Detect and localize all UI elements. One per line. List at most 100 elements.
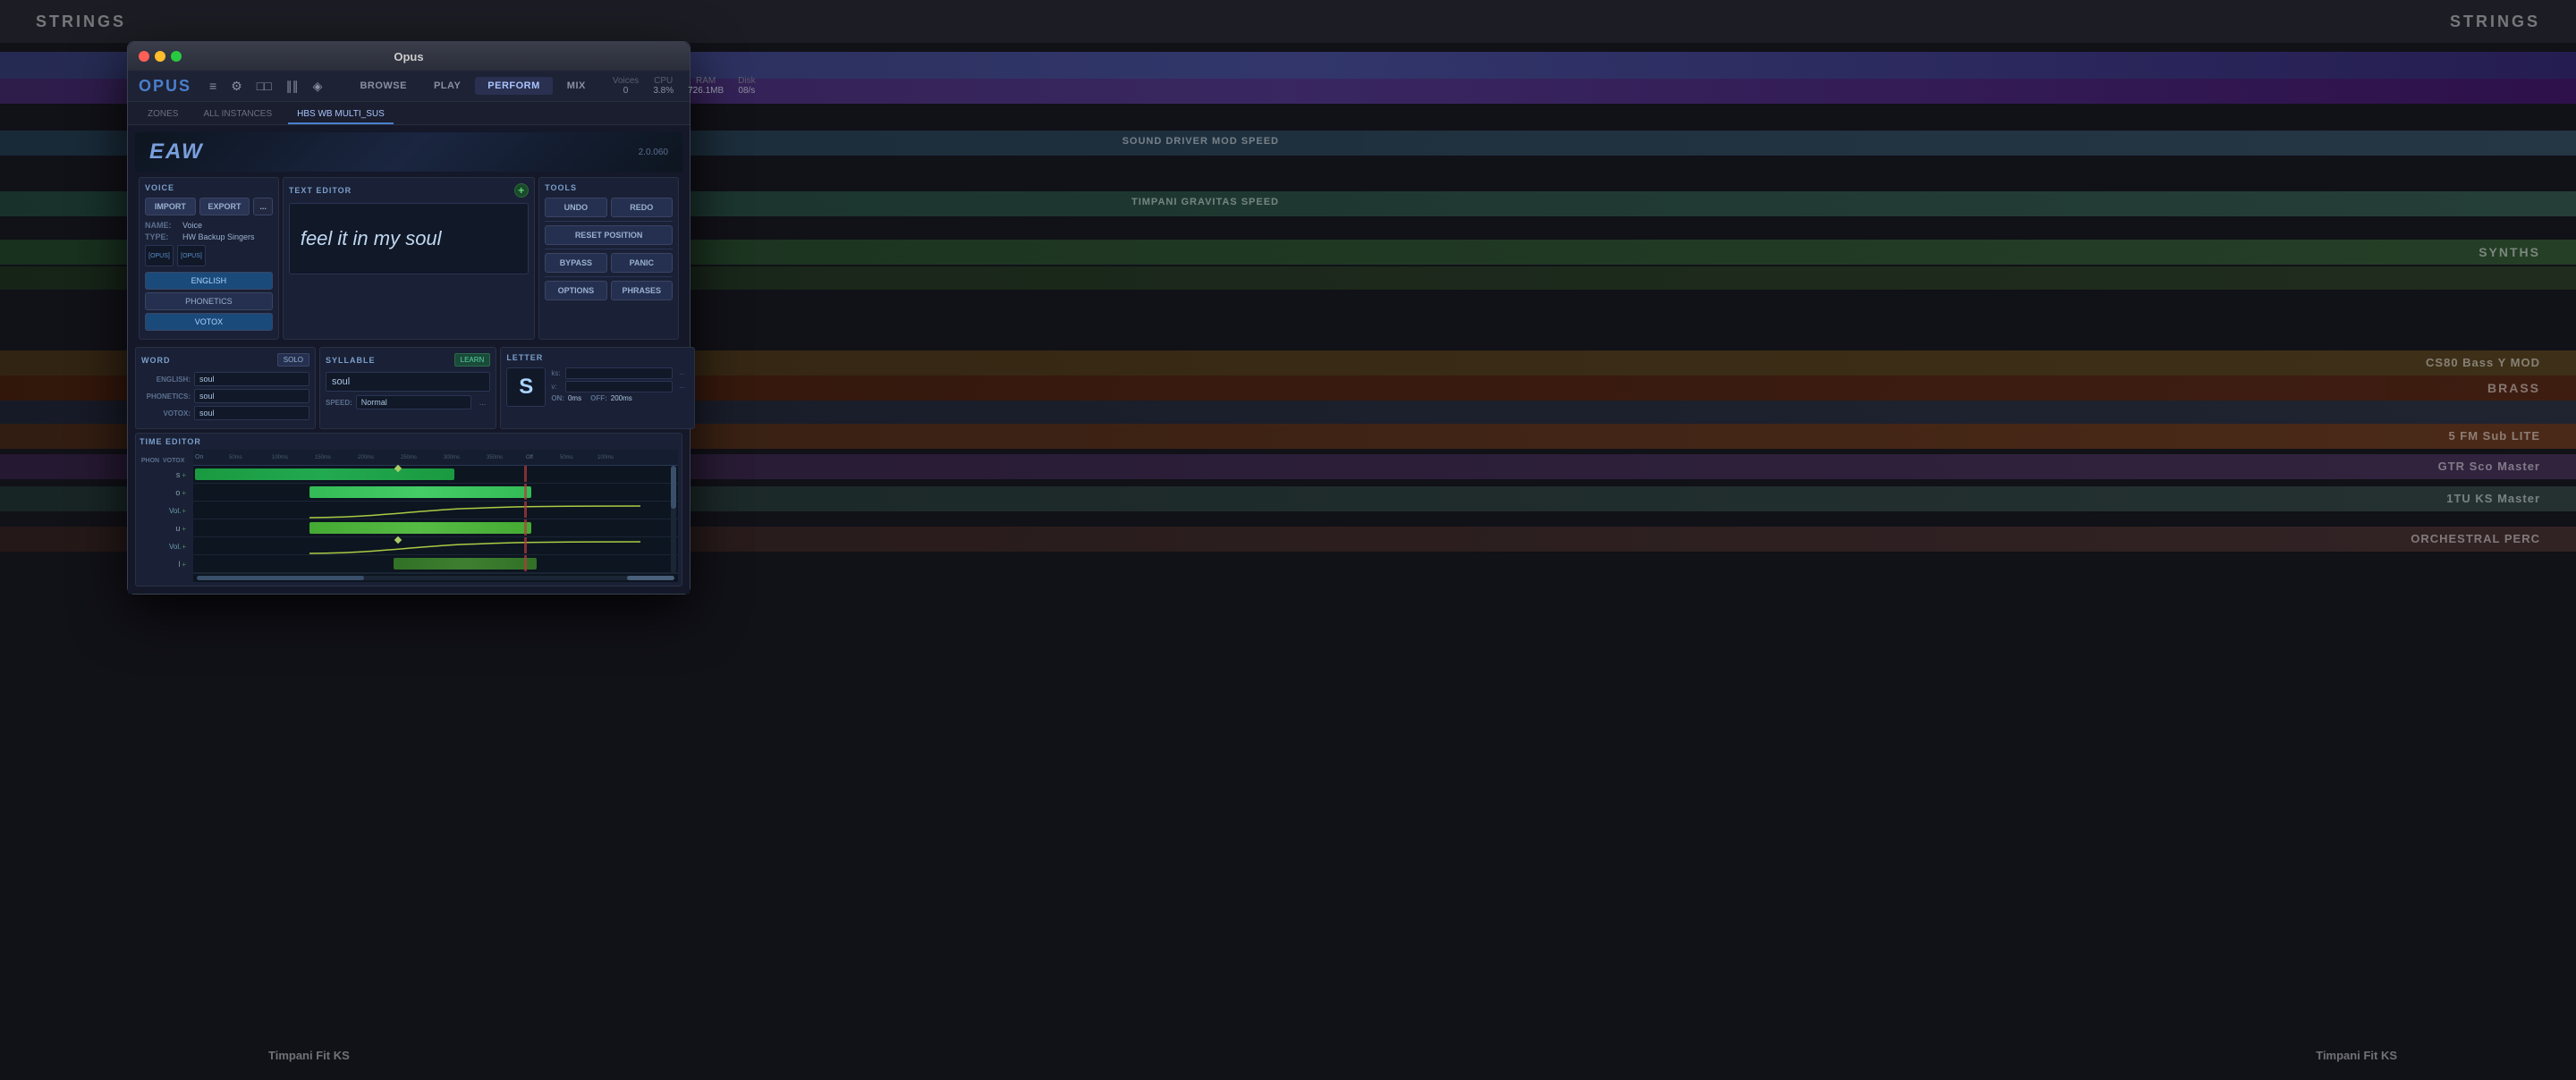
daw-header: STRINGS STRINGS (0, 0, 2576, 43)
vol-curve-1 (193, 502, 640, 519)
ruler-100ms-1: 100ms (272, 455, 288, 460)
tab-play[interactable]: PLAY (421, 77, 473, 95)
tools-undo-redo-row: UNDO REDO (545, 198, 673, 217)
track-vol2-row (193, 537, 678, 555)
phonetics-button[interactable]: PHONETICS (145, 292, 273, 310)
track-vol1-row (193, 502, 678, 519)
tools-panel: TOOLS UNDO REDO RESET POSITION BYPASS PA… (538, 177, 679, 340)
bottom-scrollbar[interactable] (193, 573, 678, 582)
syllable-header-row: SYLLABLE LEARN (326, 353, 490, 367)
right-scrollbar[interactable] (671, 466, 676, 573)
vol-curve-2 (193, 537, 640, 555)
letter-ks-input[interactable] (565, 367, 673, 379)
letter-v-input[interactable] (565, 381, 673, 392)
playhead-6 (524, 555, 527, 571)
word-english-input[interactable] (194, 372, 309, 386)
voice-panel: VOICE IMPORT EXPORT ... NAME: Voice TYPE… (139, 177, 279, 340)
letter-ks-more[interactable]: ... (674, 368, 689, 378)
voice-more-button[interactable]: ... (253, 198, 273, 215)
phrases-button[interactable]: PHRASES (611, 281, 673, 300)
stat-cpu: CPU 3.8% (653, 76, 674, 96)
solo-button[interactable]: SOLO (277, 353, 309, 367)
reset-position-button[interactable]: RESET POSITION (545, 225, 673, 245)
ruler-100ms-2: 100ms (597, 455, 614, 460)
bottom-grid: WORD SOLO ENGLISH: PHONETICS: VOTOX: (135, 347, 682, 429)
word-panel: WORD SOLO ENGLISH: PHONETICS: VOTOX: (135, 347, 316, 429)
track-sound-driver-label: SOUND DRIVER MOD SPEED (1123, 136, 1279, 147)
tab-zones[interactable]: ZONES (139, 105, 187, 124)
window-close-button[interactable] (139, 51, 149, 62)
export-button[interactable]: EXPORT (199, 198, 250, 215)
chorus1-icon[interactable]: [OPUS] (145, 245, 174, 266)
timeline[interactable]: On 50ms 100ms 150ms 200ms 250ms 300ms 35… (193, 450, 678, 582)
track-orchestral-label: ORCHESTRAL PERC (2411, 532, 2540, 545)
window-maximize-button[interactable] (171, 51, 182, 62)
tab-perform[interactable]: PERFORM (475, 77, 553, 95)
import-button[interactable]: IMPORT (145, 198, 196, 215)
track-o-row (193, 484, 678, 502)
ruler-50ms-1: 50ms (229, 455, 242, 460)
eaw-logo: EAW (149, 139, 204, 165)
opus-titlebar: Opus (128, 42, 690, 71)
settings-icon[interactable]: ⚙ (227, 77, 246, 96)
english-button[interactable]: ENGLISH (145, 272, 273, 290)
syllable-input[interactable] (326, 372, 490, 392)
timeline-ruler: On 50ms 100ms 150ms 200ms 250ms 300ms 35… (193, 450, 678, 466)
phon-l-label: l (178, 560, 180, 569)
speed-input[interactable] (356, 395, 471, 409)
chorus2-icon[interactable]: [OPUS] (177, 245, 206, 266)
speed-row: SPEED: ... (326, 395, 490, 409)
syllable-more-button[interactable]: ... (475, 396, 491, 409)
phon-col-label: PHON (140, 458, 161, 464)
tools-divider-3 (545, 276, 673, 277)
letter-v-label: v: (551, 383, 564, 391)
menu-icon[interactable]: ≡ (206, 77, 220, 96)
text-editor-panel: TEXT EDITOR + feel it in my soul (283, 177, 535, 340)
panic-button[interactable]: PANIC (611, 253, 673, 273)
eaw-header: EAW 2.0.060 (135, 132, 682, 172)
tab-all-instances[interactable]: ALL INSTANCES (194, 105, 281, 124)
letter-fields: ks: ... v: ... ON: 0ms OFF: (551, 367, 689, 410)
letter-v-more[interactable]: ... (674, 382, 689, 392)
word-header-row: WORD SOLO (141, 353, 309, 367)
chorus1-label: [OPUS] (148, 253, 170, 259)
window-minimize-button[interactable] (155, 51, 165, 62)
undo-button[interactable]: UNDO (545, 198, 606, 217)
phon-s-label: s (176, 470, 181, 479)
votox-button[interactable]: VOTOX (145, 313, 273, 331)
ruler-350ms: 350ms (487, 455, 503, 460)
votox-col-label: VOTOX (163, 458, 184, 464)
letter-panel: LETTER S ks: ... v: (500, 347, 695, 429)
diamond-icon[interactable]: ◈ (309, 77, 326, 96)
grid-icon[interactable]: □□ (253, 77, 275, 96)
bypass-button[interactable]: BYPASS (545, 253, 606, 273)
ruler-200ms: 200ms (358, 455, 374, 460)
add-text-button[interactable]: + (514, 183, 529, 198)
phon-row-u: u + (140, 519, 190, 537)
voice-header: VOICE (145, 183, 273, 192)
word-votox-label: VOTOX: (141, 409, 191, 418)
tab-browse[interactable]: BROWSE (347, 77, 419, 95)
track-u-bar (309, 522, 531, 534)
learn-button[interactable]: LEARN (454, 353, 491, 367)
word-votox-input[interactable] (194, 406, 309, 420)
bottom-label-left: Timpani Fit KS (268, 1049, 350, 1062)
opus-window: Opus OPUS ≡ ⚙ □□ ∥∥ ◈ BROWSE PLAY PERFOR… (127, 41, 691, 595)
tab-mix[interactable]: MIX (555, 77, 598, 95)
ruler-150ms: 150ms (315, 455, 331, 460)
track-cs80-label: CS80 Bass Y MOD (2426, 356, 2540, 369)
tools-header: TOOLS (545, 183, 673, 192)
phon-col-headers: PHON VOTOX (140, 450, 190, 466)
text-display[interactable]: feel it in my soul (289, 203, 529, 274)
phon-row-l: l + (140, 555, 190, 573)
time-editor-header: TIME EDITOR (140, 437, 678, 446)
word-phonetics-input[interactable] (194, 389, 309, 403)
bars-icon[interactable]: ∥∥ (283, 77, 302, 96)
options-button[interactable]: OPTIONS (545, 281, 606, 300)
plus-l: + (182, 561, 186, 569)
word-phonetics-label: PHONETICS: (141, 392, 191, 401)
chorus2-label: [OPUS] (181, 253, 202, 259)
track-u-row (193, 519, 678, 537)
redo-button[interactable]: REDO (611, 198, 673, 217)
tab-hbs[interactable]: HBS WB MULTI_SUS (288, 105, 394, 124)
